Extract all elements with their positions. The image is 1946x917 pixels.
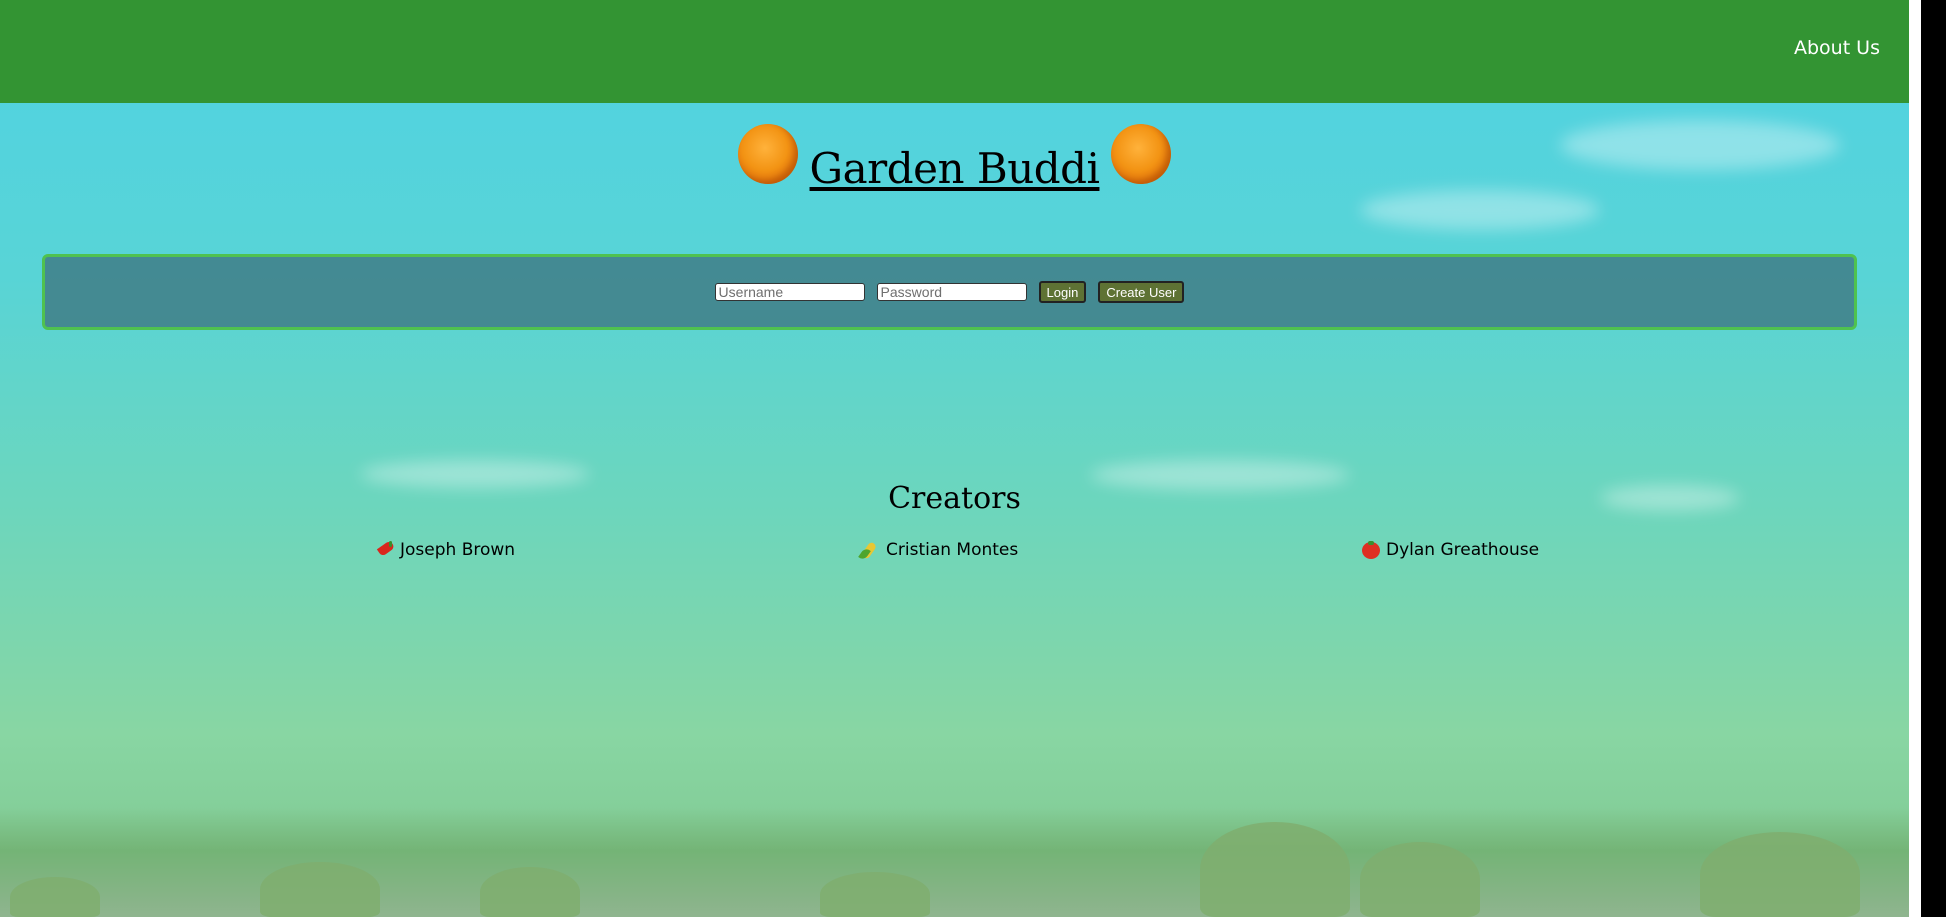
- pepper-icon: [375, 540, 395, 560]
- cloud: [1360, 190, 1600, 230]
- tomato-icon: [1361, 540, 1381, 560]
- page-header: Garden Buddi: [0, 124, 1909, 194]
- page-title: Garden Buddi: [737, 124, 1172, 193]
- page-title-text: Garden Buddi: [809, 144, 1100, 193]
- bush: [1360, 842, 1480, 917]
- password-input[interactable]: [876, 283, 1027, 301]
- creator-item: Joseph Brown: [375, 540, 515, 560]
- bush: [480, 867, 580, 917]
- creator-item: Cristian Montes: [861, 540, 1018, 560]
- bush: [10, 877, 100, 917]
- marigold-icon: [737, 124, 798, 184]
- login-panel: Login Create User: [42, 254, 1857, 330]
- bush: [820, 872, 930, 917]
- bush: [1200, 822, 1350, 917]
- window-edge: [1909, 0, 1946, 917]
- creators-heading: Creators: [888, 481, 1021, 516]
- create-user-button[interactable]: Create User: [1098, 281, 1185, 303]
- bush: [260, 862, 380, 917]
- creator-item: Dylan Greathouse: [1361, 540, 1539, 560]
- bush: [1700, 832, 1860, 917]
- login-button[interactable]: Login: [1038, 281, 1087, 303]
- creator-name: Dylan Greathouse: [1386, 540, 1540, 560]
- username-input[interactable]: [714, 283, 865, 301]
- creator-name: Cristian Montes: [886, 540, 1019, 560]
- marigold-icon: [1111, 124, 1172, 184]
- corn-icon: [861, 540, 881, 560]
- about-us-link[interactable]: About Us: [1794, 37, 1880, 59]
- top-navigation-bar: About Us: [0, 0, 1909, 103]
- creator-name: Joseph Brown: [400, 540, 516, 560]
